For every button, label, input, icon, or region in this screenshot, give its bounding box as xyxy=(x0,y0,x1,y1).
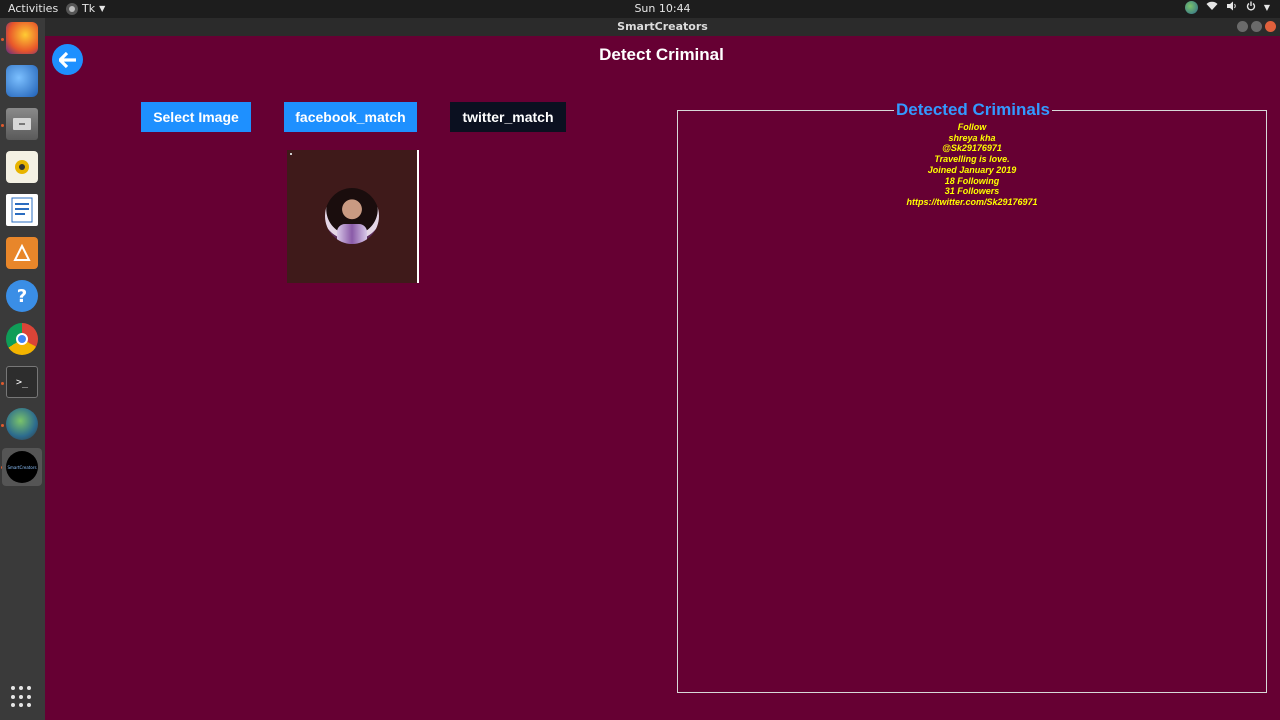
image-artifact xyxy=(290,153,292,155)
globe-icon[interactable] xyxy=(1184,1,1198,14)
dock: ? >_ SmartCreators xyxy=(0,18,45,720)
thunderbird-icon[interactable] xyxy=(6,65,38,97)
close-button[interactable] xyxy=(1265,21,1276,32)
running-indicator xyxy=(1,424,4,427)
firefox-icon[interactable] xyxy=(6,22,38,54)
result-line-following: 18 Following xyxy=(944,175,1000,186)
detected-criminals-heading: Detected Criminals xyxy=(894,100,1052,119)
power-icon xyxy=(1246,1,1256,14)
minimize-button[interactable] xyxy=(1237,21,1248,32)
result-line-name: shreya kha xyxy=(948,132,996,143)
rhythmbox-icon[interactable] xyxy=(6,151,38,183)
twitter-match-button[interactable]: twitter_match xyxy=(450,102,566,132)
result-line-bio: Travelling is love. xyxy=(934,154,1010,165)
clock[interactable]: Sun 10:44 xyxy=(0,2,1280,15)
profile-photo xyxy=(325,188,379,244)
detected-criminals-panel: Detected Criminals Follow shreya kha @Sk… xyxy=(677,100,1267,693)
smartcreators-dock-item[interactable]: SmartCreators xyxy=(2,448,42,486)
result-line-joined: Joined January 2019 xyxy=(927,164,1017,175)
result-line-url[interactable]: https://twitter.com/Sk29176971 xyxy=(678,197,1266,208)
window-title: SmartCreators xyxy=(617,20,708,33)
help-icon[interactable]: ? xyxy=(6,280,38,312)
select-image-button[interactable]: Select Image xyxy=(141,102,251,132)
running-indicator xyxy=(1,382,4,385)
show-applications-icon[interactable] xyxy=(11,686,33,708)
page-title: Detect Criminal xyxy=(599,45,724,64)
wifi-icon xyxy=(1206,1,1218,14)
terminal-icon[interactable]: >_ xyxy=(6,366,38,398)
running-indicator xyxy=(1,38,4,41)
app-window: Detect Criminal Select Image facebook_ma… xyxy=(45,36,1280,720)
system-tray[interactable]: ▼ xyxy=(1184,1,1270,14)
files-icon[interactable] xyxy=(6,108,38,140)
result-lines: Follow shreya kha @Sk29176971 Travelling… xyxy=(678,122,1266,208)
globe-app-icon[interactable] xyxy=(6,408,38,440)
system-top-bar: Activities Tk ▼ Sun 10:44 ▼ xyxy=(0,0,1280,18)
software-center-icon[interactable] xyxy=(6,237,38,269)
volume-icon xyxy=(1226,1,1238,14)
result-line-follow: Follow xyxy=(957,122,987,132)
window-title-bar[interactable]: SmartCreators xyxy=(45,18,1280,36)
chrome-icon[interactable] xyxy=(6,323,38,355)
result-line-followers: 31 Followers xyxy=(944,186,1000,197)
facebook-match-button[interactable]: facebook_match xyxy=(284,102,417,132)
maximize-button[interactable] xyxy=(1251,21,1262,32)
window-controls xyxy=(1237,21,1276,32)
result-line-handle: @Sk29176971 xyxy=(942,143,1002,154)
libreoffice-writer-icon[interactable] xyxy=(6,194,38,226)
selected-image-preview xyxy=(287,150,419,283)
chevron-down-icon: ▼ xyxy=(1263,3,1270,12)
running-indicator xyxy=(1,124,4,127)
smartcreators-icon: SmartCreators xyxy=(6,451,38,483)
